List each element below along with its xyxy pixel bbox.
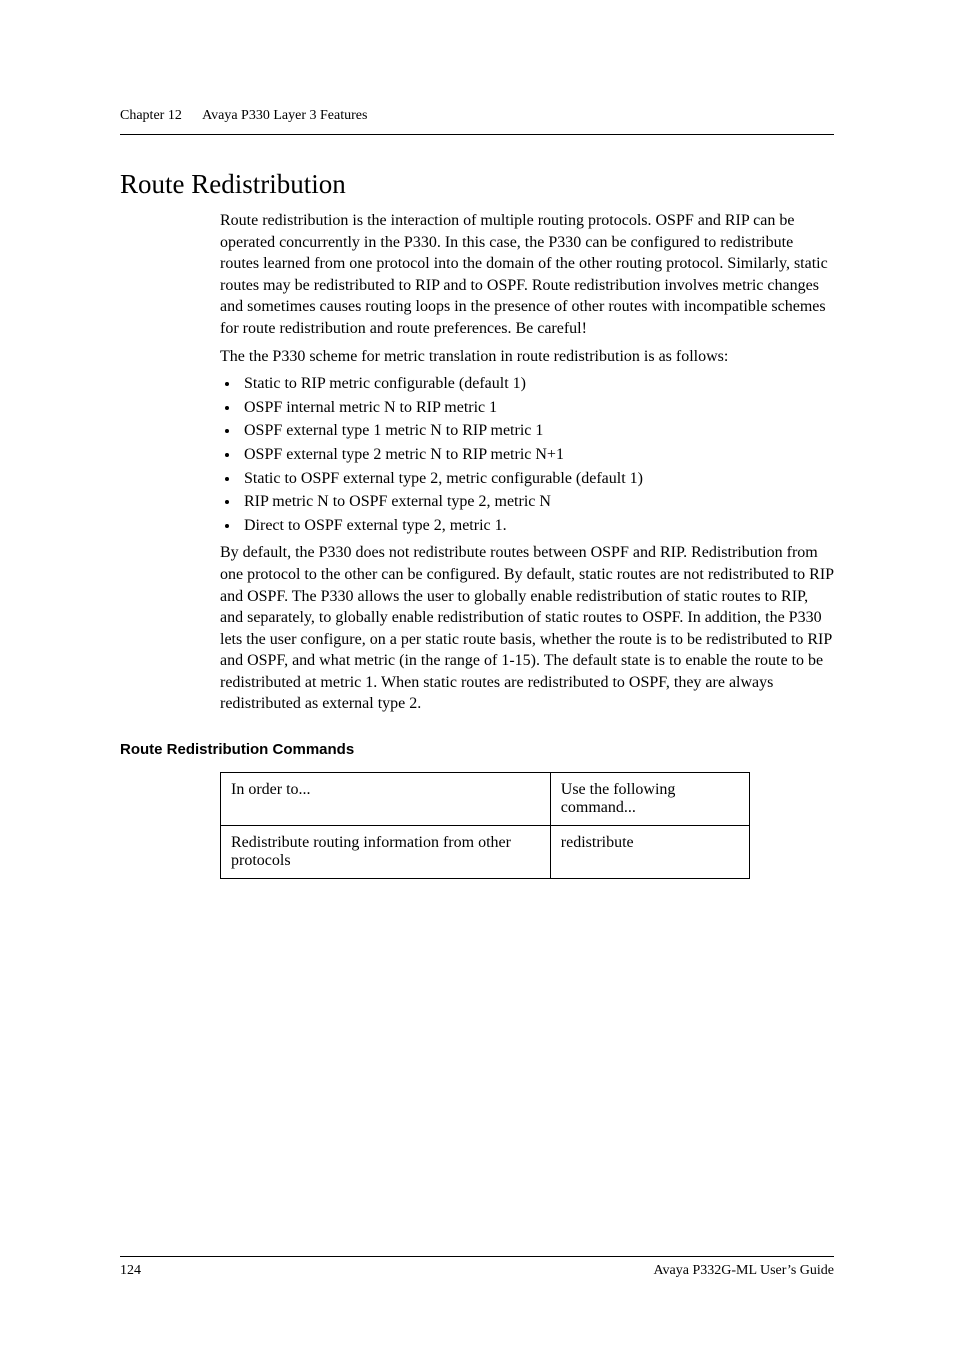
list-item: OSPF external type 2 metric N to RIP met… [240, 444, 834, 466]
section-title: Route Redistribution [120, 169, 834, 200]
paragraph: By default, the P330 does not redistribu… [220, 542, 834, 715]
page: Chapter 12 Avaya P330 Layer 3 Features R… [0, 0, 954, 1351]
table-header-left: In order to... [221, 773, 551, 826]
table-cell-right: redistribute [550, 826, 749, 879]
list-item: OSPF external type 1 metric N to RIP met… [240, 420, 834, 442]
list-item: OSPF internal metric N to RIP metric 1 [240, 397, 834, 419]
page-footer: 124 Avaya P332G-ML User’s Guide [120, 1256, 834, 1279]
commands-table: In order to... Use the following command… [220, 772, 750, 879]
list-item: RIP metric N to OSPF external type 2, me… [240, 491, 834, 513]
paragraph: Route redistribution is the interaction … [220, 210, 834, 340]
chapter-title: Avaya P330 Layer 3 Features [202, 108, 367, 123]
paragraph: The the P330 scheme for metric translati… [220, 346, 834, 368]
chapter-label: Chapter 12 [120, 108, 182, 123]
table-row: In order to... Use the following command… [221, 773, 750, 826]
table-header-right: Use the following command... [550, 773, 749, 826]
page-number: 124 [120, 1263, 141, 1279]
bullet-list: Static to RIP metric configurable (defau… [220, 373, 834, 536]
doc-title: Avaya P332G-ML User’s Guide [653, 1263, 834, 1279]
table-row: Redistribute routing information from ot… [221, 826, 750, 879]
list-item: Direct to OSPF external type 2, metric 1… [240, 515, 834, 537]
list-item: Static to RIP metric configurable (defau… [240, 373, 834, 395]
list-item: Static to OSPF external type 2, metric c… [240, 468, 834, 490]
section-body: Route redistribution is the interaction … [220, 210, 834, 715]
table-cell-left: Redistribute routing information from ot… [221, 826, 551, 879]
commands-heading: Route Redistribution Commands [120, 741, 834, 758]
running-header: Chapter 12 Avaya P330 Layer 3 Features [120, 108, 834, 135]
